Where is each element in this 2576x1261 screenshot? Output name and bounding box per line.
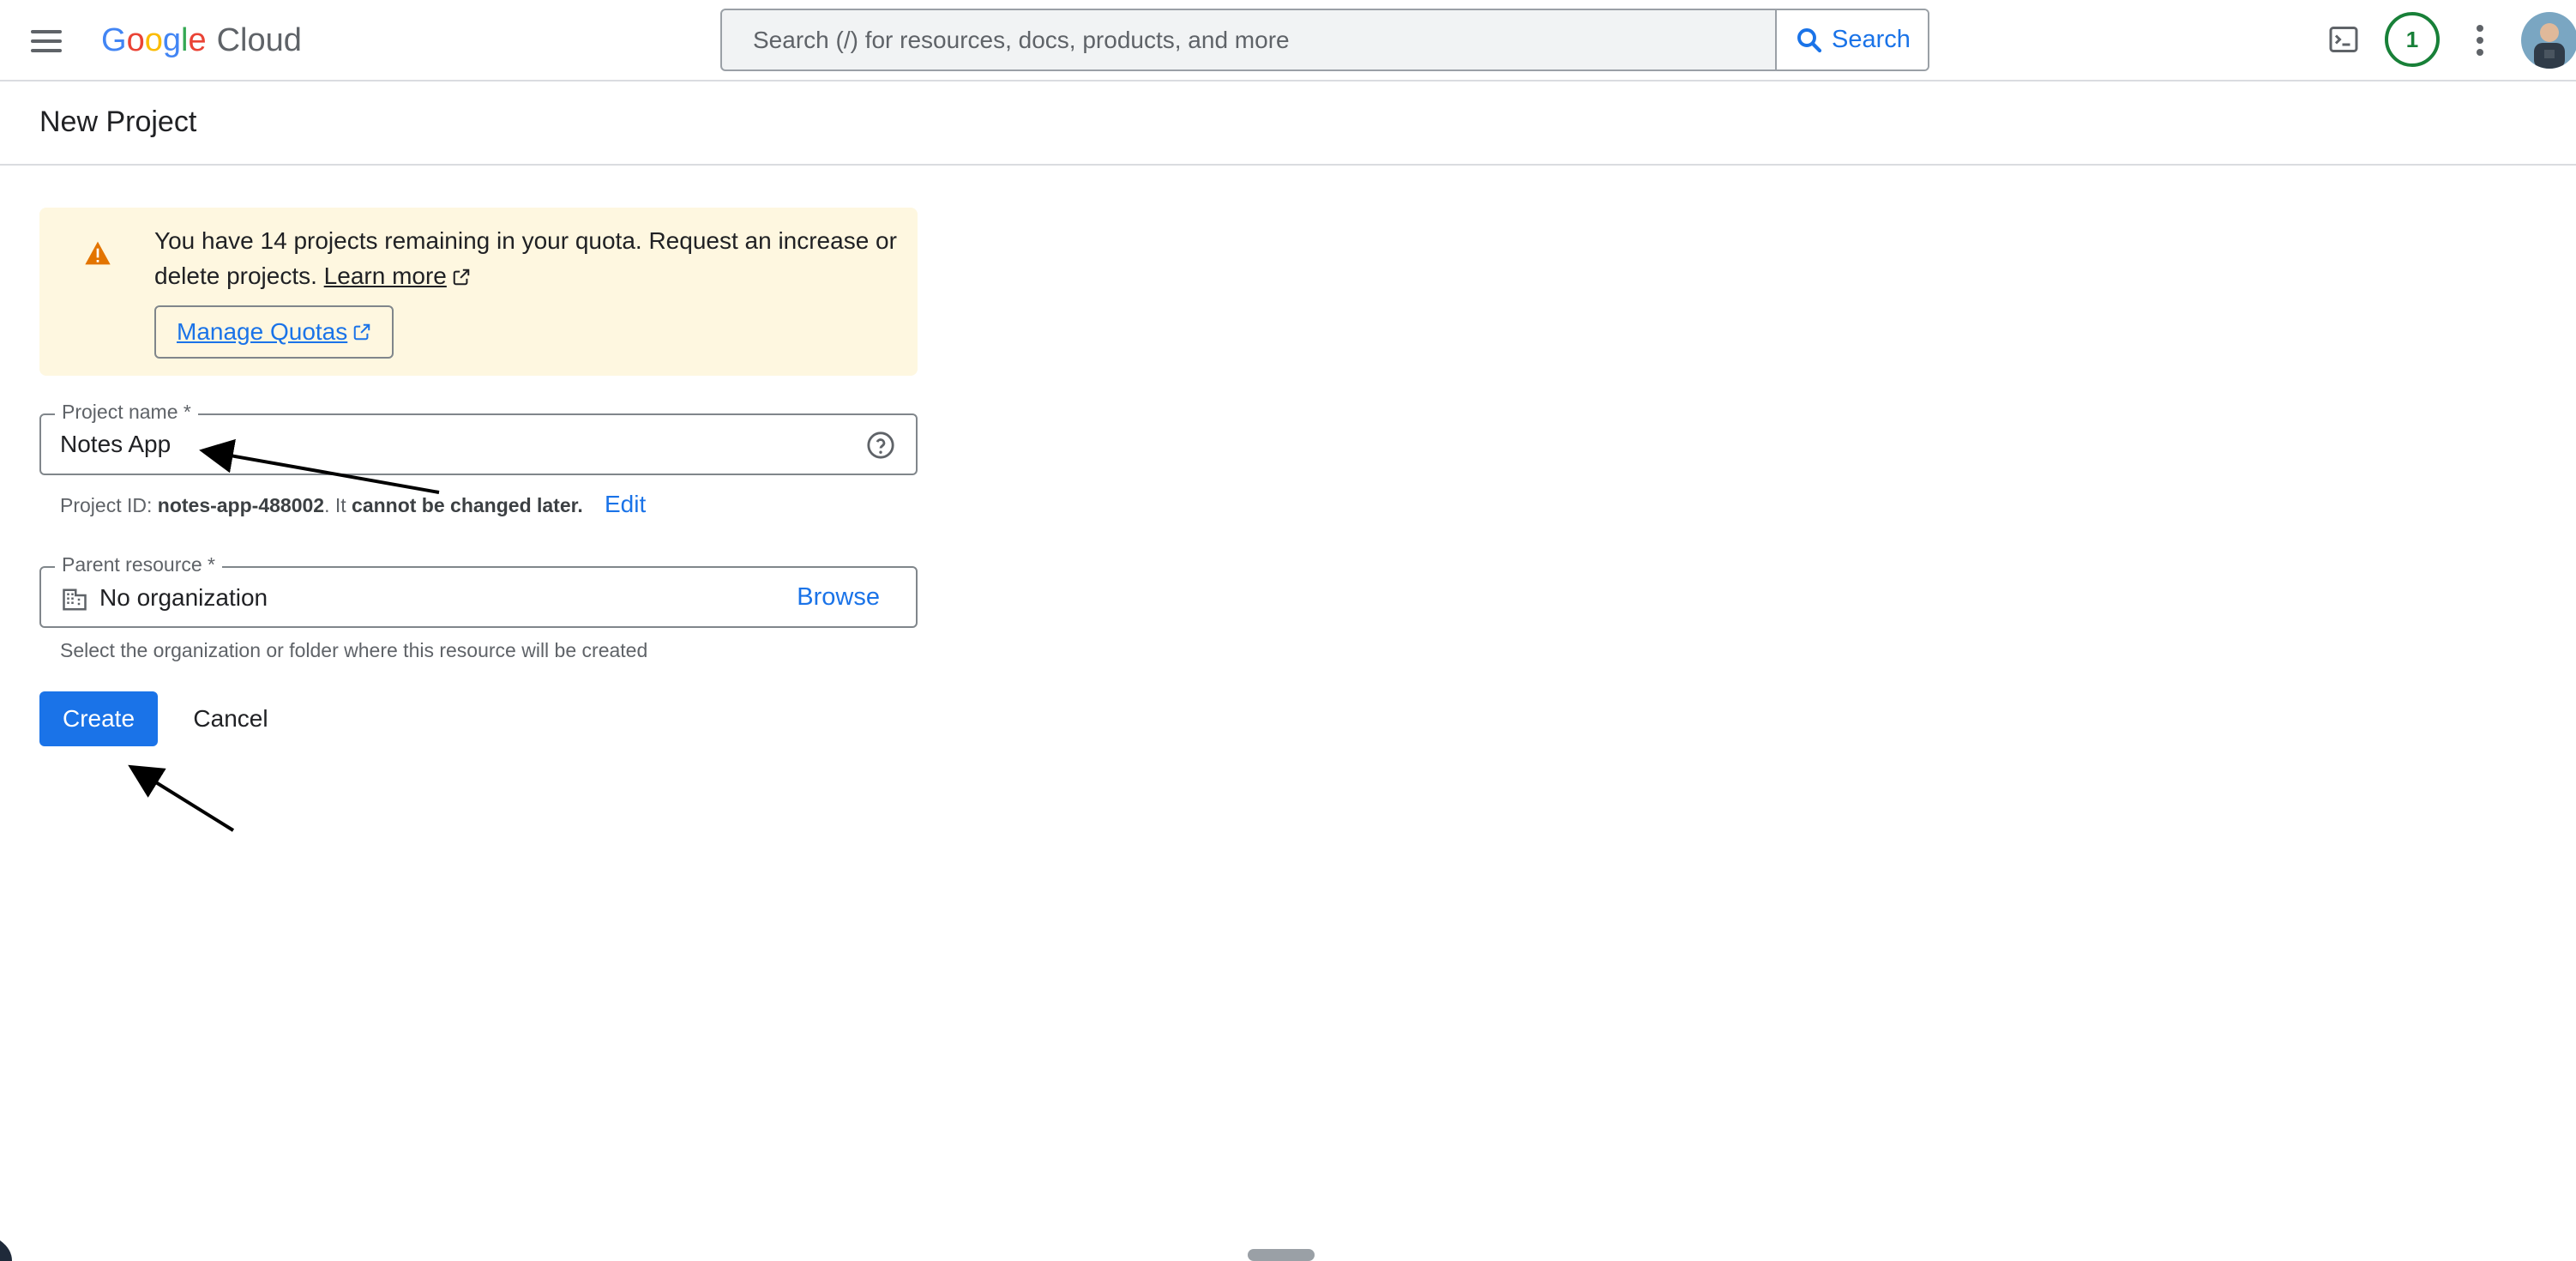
quota-warning-banner: You have 14 projects remaining in your q… — [39, 208, 918, 376]
logo-suffix: Cloud — [216, 21, 302, 58]
project-name-input[interactable] — [60, 431, 832, 458]
project-name-label: Project name * — [55, 401, 198, 424]
quota-message-text: You have 14 projects remaining in your q… — [154, 227, 897, 289]
logo-letter: g — [162, 21, 181, 58]
google-cloud-logo[interactable]: Google Cloud — [101, 19, 302, 62]
top-header: Google Cloud Search 1 — [0, 0, 2576, 81]
project-name-field: Project name * — [39, 401, 918, 475]
parent-resource-value: No organization — [99, 584, 268, 611]
search-input[interactable] — [722, 10, 1775, 69]
project-id-prefix: Project ID: — [60, 494, 153, 516]
manage-quotas-button[interactable]: Manage Quotas — [154, 305, 394, 359]
organization-building-icon — [63, 588, 87, 611]
quota-message: You have 14 projects remaining in your q… — [154, 223, 909, 293]
page-title-bar: New Project — [0, 83, 2576, 166]
logo-letter: l — [180, 21, 189, 58]
more-options-icon[interactable] — [2474, 22, 2486, 58]
project-id-warning: cannot be changed later. — [352, 494, 583, 516]
corner-decoration — [0, 1240, 12, 1261]
logo-letter: o — [144, 21, 163, 58]
hamburger-menu-icon[interactable] — [26, 24, 67, 57]
parent-resource-hint: Select the organization or folder where … — [60, 639, 648, 661]
notification-count: 1 — [2405, 26, 2419, 52]
learn-more-label: Learn more — [323, 262, 447, 289]
scrollbar-handle[interactable] — [1248, 1249, 1315, 1261]
create-button[interactable]: Create — [39, 691, 158, 746]
learn-more-link[interactable]: Learn more — [324, 262, 471, 289]
account-avatar[interactable] — [2521, 12, 2576, 69]
cancel-button[interactable]: Cancel — [173, 691, 288, 746]
external-link-icon — [453, 268, 470, 286]
external-link-icon — [353, 323, 370, 341]
notifications-badge[interactable]: 1 — [2385, 12, 2440, 67]
search-button[interactable]: Search — [1775, 10, 1928, 69]
cloud-shell-terminal-icon[interactable] — [2327, 24, 2360, 55]
annotation-arrows — [128, 438, 440, 832]
manage-quotas-label: Manage Quotas — [177, 318, 348, 345]
annotation-arrow — [128, 764, 235, 832]
parent-resource-label: Parent resource * — [55, 553, 222, 576]
browse-button[interactable]: Browse — [797, 583, 880, 612]
logo-letter: G — [101, 21, 127, 58]
project-id-value: notes-app-488002 — [157, 494, 325, 516]
gcp-new-project-page: Google Cloud Search 1 New Project — [0, 0, 2576, 1261]
page-title: New Project — [39, 106, 197, 138]
project-id-hint: Project ID: notes-app-488002. It cannot … — [60, 494, 583, 517]
logo-letter: e — [188, 21, 207, 58]
parent-resource-field[interactable]: Parent resource * No organization Browse — [39, 553, 918, 628]
project-id-suffix: . It — [324, 494, 346, 516]
help-icon[interactable] — [866, 431, 895, 460]
edit-project-id-link[interactable]: Edit — [605, 491, 646, 518]
search-bar: Search — [720, 9, 1929, 71]
search-button-label: Search — [1832, 26, 1911, 53]
warning-icon — [85, 241, 111, 265]
logo-letter: o — [126, 21, 145, 58]
search-icon — [1797, 27, 1822, 52]
